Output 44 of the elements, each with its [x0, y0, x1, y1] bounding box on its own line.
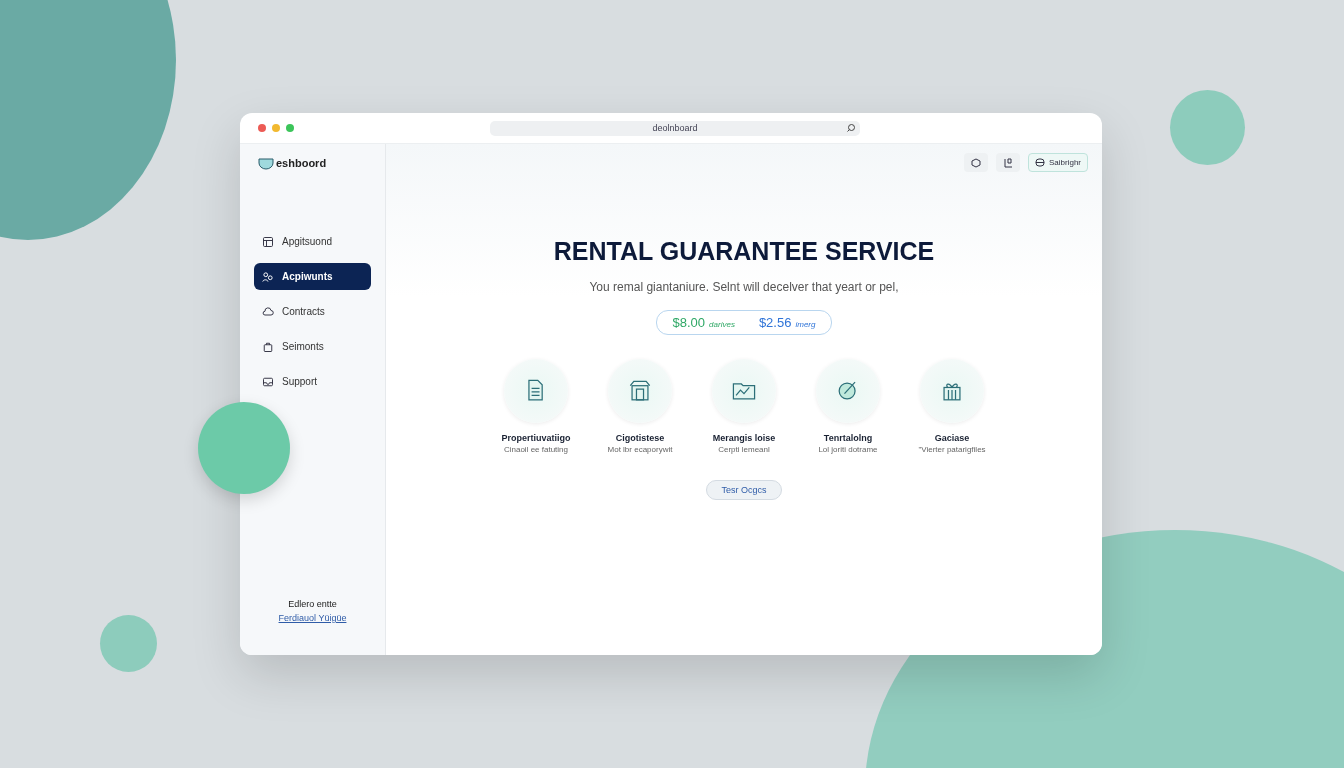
feature-icon-disc[interactable] [920, 359, 984, 423]
feature-title: Gaciase [934, 433, 970, 443]
feature-title: Cigotistese [615, 433, 665, 443]
maximize-dot-icon[interactable] [286, 124, 294, 132]
sidebar-item[interactable]: Seimonts [254, 333, 371, 360]
feature-subtitle: "Vierter patarigfiles [918, 445, 986, 454]
feature-title: Tenrtalolng [823, 433, 873, 443]
toolbar-button[interactable] [996, 153, 1020, 172]
cta-button[interactable]: Tesr Ocgcs [706, 480, 782, 500]
subtitle: You remal giantaniure. Selnt will decelver that yeart or pel, [589, 280, 899, 294]
search-icon [846, 122, 856, 133]
feature-icon-disc[interactable] [608, 359, 672, 423]
sidebar-item[interactable]: Support [254, 368, 371, 395]
sidebar-item[interactable]: Contracts [254, 298, 371, 325]
cloud-icon [262, 305, 274, 318]
bag-icon [262, 340, 274, 353]
feature-title: Propertiuvatiigo [501, 433, 571, 443]
feature-subtitle: Cerpti lemeanl [718, 445, 770, 454]
feature-icon-disc[interactable] [712, 359, 776, 423]
decorative-circle [100, 615, 157, 672]
logo-text: eshboord [276, 157, 327, 169]
sidebar-item[interactable]: Acpiwunts [254, 263, 371, 290]
feature-subtitle: Mot lbr ecaporywit [607, 445, 673, 454]
footer-link[interactable]: Ferdiauol Yüigüe [278, 613, 347, 623]
close-dot-icon[interactable] [258, 124, 266, 132]
footer-text: Edlero entte [288, 599, 337, 609]
toolbar-button[interactable]: Saibrighr [1028, 153, 1088, 172]
feature-icon-disc[interactable] [504, 359, 568, 423]
layout-icon [1003, 157, 1013, 168]
sidebar-item[interactable]: Apgitsuond [254, 228, 371, 255]
minimize-dot-icon[interactable] [272, 124, 280, 132]
feature-subtitle: Lol joriti dotrame [818, 445, 878, 454]
address-bar[interactable]: deolnboard [490, 120, 860, 136]
inbox-icon [262, 375, 274, 388]
page-title: RENTAL GUARANTEE SERVICE [553, 237, 935, 266]
price-text: $2.56 imerg [758, 315, 816, 330]
people-icon [262, 270, 274, 283]
toolbar-button[interactable] [964, 153, 988, 172]
dashboard-icon [262, 235, 274, 248]
feature-icon-disc[interactable] [816, 359, 880, 423]
feature-title: Merangis loise [712, 433, 776, 443]
price-text: $8.00 darives [672, 315, 735, 330]
bowl-icon [258, 156, 274, 170]
feature-subtitle: Cinaoil ee fatuting [503, 445, 568, 454]
